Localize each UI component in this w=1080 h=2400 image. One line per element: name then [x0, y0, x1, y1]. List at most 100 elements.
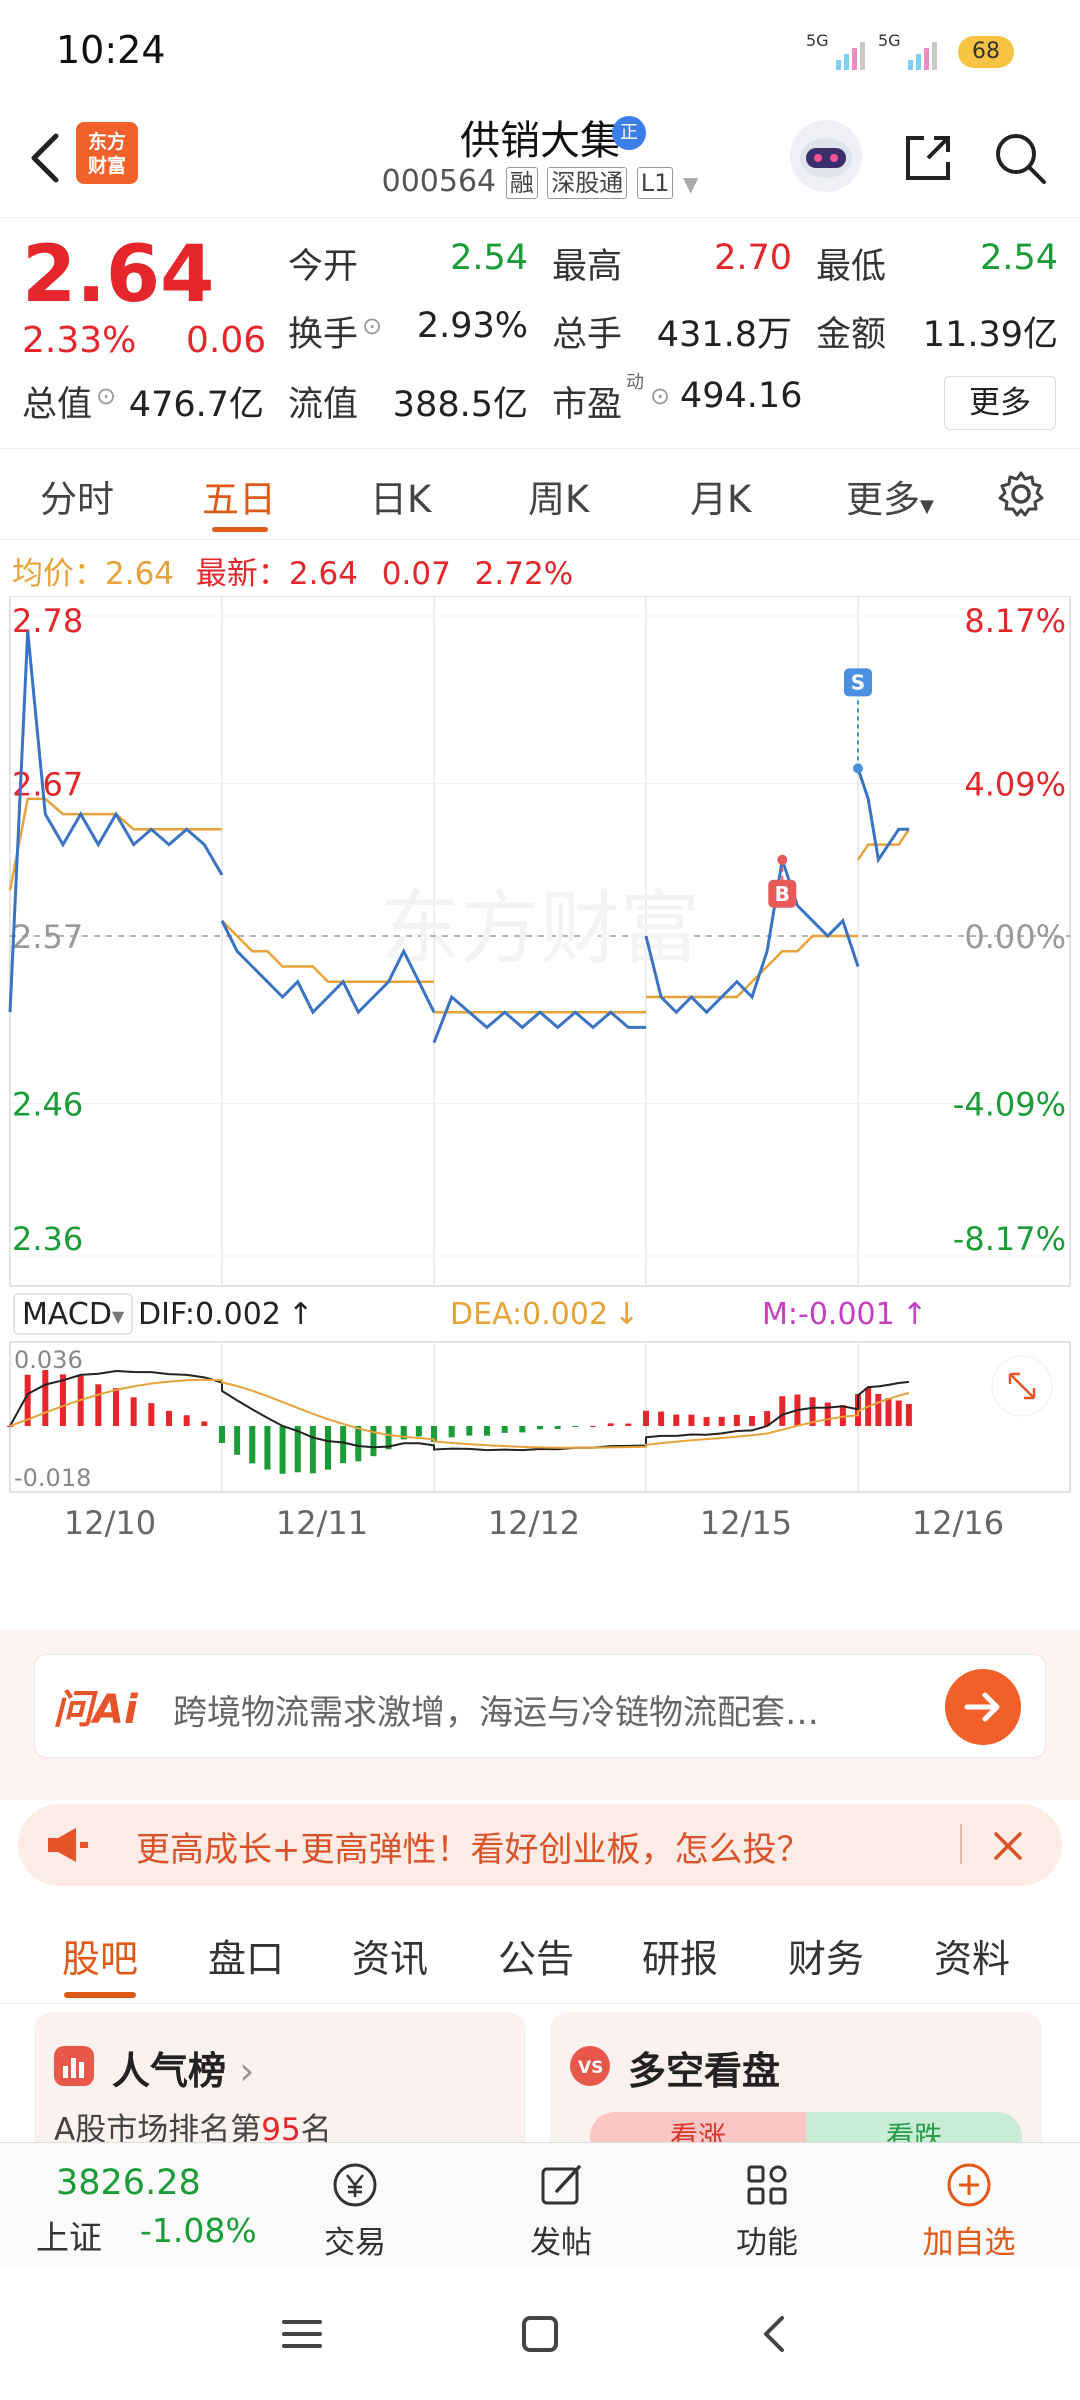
tab-monthly-k[interactable]: 月K — [690, 469, 751, 523]
dropdown-icon: ▼ — [112, 1307, 125, 1326]
x-tick-label: 12/11 — [276, 1504, 368, 1542]
macd-bar — [875, 1393, 882, 1426]
macd-bar — [325, 1426, 331, 1470]
pe-label: 市盈 — [552, 385, 623, 425]
back-nav-icon[interactable] — [750, 2308, 802, 2364]
vote-bearish-button[interactable]: 看跌 — [806, 2112, 1022, 2142]
active-tab-indicator — [64, 1992, 136, 1998]
macd-bar — [779, 1396, 786, 1426]
expand-icon[interactable] — [991, 1355, 1053, 1417]
macd-bar — [658, 1411, 665, 1426]
x-tick-label: 12/10 — [64, 1504, 156, 1542]
tab-more[interactable]: 更多▼ — [846, 469, 934, 523]
macd-bar — [519, 1426, 526, 1433]
macd-bar — [607, 1423, 614, 1426]
macd-bar — [572, 1426, 579, 1427]
info-icon[interactable]: ⊙ — [96, 382, 116, 410]
settings-gear-icon[interactable] — [996, 469, 1046, 523]
tab-announcements[interactable]: 公告 — [498, 1928, 574, 1983]
info-icon[interactable]: ⊙ — [650, 382, 670, 410]
tab-intraday[interactable]: 分时 — [40, 469, 114, 523]
ask-ai-box[interactable]: 问Ai 跨境物流需求激增，海运与冷链物流配套… — [34, 1654, 1046, 1758]
share-icon[interactable] — [896, 126, 960, 190]
float-cap-label: 流值 — [288, 385, 359, 425]
stock-code: 000564 — [381, 164, 497, 199]
tag-connect: 深股通 — [547, 167, 628, 199]
sentiment-card[interactable]: VS 多空看盘 看涨 看跌 — [550, 2012, 1042, 2142]
tab-orderbook[interactable]: 盘口 — [208, 1928, 284, 1983]
marker-point — [777, 854, 788, 865]
active-tab-indicator — [212, 527, 268, 532]
macd-bar — [895, 1400, 902, 1426]
macd-bar — [905, 1403, 912, 1426]
svg-text:5G: 5G — [878, 31, 901, 50]
tab-news[interactable]: 资讯 — [352, 1928, 428, 1983]
tab-five-day[interactable]: 五日 — [202, 469, 276, 523]
macd-bar — [643, 1410, 649, 1426]
macd-bar — [113, 1388, 119, 1426]
latest-value: 2.64 — [288, 556, 358, 592]
popularity-title: 人气榜 › — [112, 2049, 255, 2093]
high-value: 2.70 — [714, 238, 792, 278]
tab-daily-k[interactable]: 日K — [370, 469, 431, 523]
add-circle-icon — [947, 2163, 991, 2207]
macd-bar — [554, 1426, 561, 1429]
macd-bar — [201, 1421, 208, 1426]
index-change-pct: -1.08% — [140, 2211, 257, 2250]
dropdown-icon: ▼ — [920, 496, 934, 517]
macd-bar — [95, 1384, 102, 1426]
market-cap-label: 总值 — [22, 385, 93, 425]
x-axis-labels: 12/10 12/11 12/12 12/15 12/16 — [64, 1504, 1004, 1542]
nav-functions[interactable]: 功能 — [712, 2157, 822, 2262]
nav-trade[interactable]: 交易 — [300, 2157, 410, 2262]
y-tick-label-right: 0.00% — [964, 918, 1066, 956]
market-cap-value: 476.7亿 — [128, 385, 264, 425]
macd-bar — [885, 1398, 892, 1426]
edit-icon — [541, 2165, 581, 2205]
battery-icon: 68 — [958, 36, 1014, 68]
megaphone-icon — [44, 1822, 90, 1868]
popularity-card[interactable]: 人气榜 › A股市场排名第95名 — [34, 2012, 526, 2142]
arrow-right-icon — [964, 1692, 1000, 1722]
status-badge: 正 — [612, 116, 646, 150]
x-tick-label: 12/15 — [700, 1504, 792, 1542]
menu-icon[interactable] — [276, 2308, 328, 2364]
tab-research[interactable]: 研报 — [642, 1928, 718, 1983]
more-button[interactable]: 更多 — [944, 376, 1056, 430]
marker-point — [853, 763, 863, 774]
macd-bar — [234, 1426, 241, 1455]
promo-banner[interactable]: 更高成长+更高弹性！看好创业板，怎么投？ — [18, 1804, 1062, 1886]
tab-finance[interactable]: 财务 — [788, 1928, 864, 1983]
tag-level: L1 — [636, 167, 674, 199]
nav-post[interactable]: 发帖 — [506, 2157, 616, 2262]
vote-bullish-button[interactable]: 看涨 — [590, 2112, 806, 2142]
home-icon[interactable] — [514, 2308, 566, 2364]
y-tick-label-right: 4.09% — [964, 766, 1066, 804]
assistant-avatar-icon[interactable] — [790, 120, 862, 192]
tab-profile[interactable]: 资料 — [934, 1928, 1010, 1983]
macd-dea-arrow: ↓ — [614, 1297, 639, 1332]
status-time: 10:24 — [56, 28, 166, 72]
go-arrow-button[interactable] — [945, 1669, 1021, 1745]
macd-bar — [537, 1426, 543, 1430]
nav-add-watchlist[interactable]: 加自选 — [914, 2157, 1024, 2262]
index-name: 上证 — [36, 2218, 102, 2257]
y-axis-right: 8.17% 4.09% 0.00% -4.09% -8.17% — [953, 602, 1066, 1258]
sentiment-title: 多空看盘 — [628, 2049, 781, 2093]
y-tick-label-left: 2.78 — [12, 602, 83, 640]
info-icon[interactable]: ⊙ — [362, 312, 382, 340]
quote-panel: 2.64 2.33% 0.06 今开 2.54 最高 2.70 最低 2.54 … — [0, 218, 1080, 448]
x-tick-label: 12/12 — [488, 1504, 580, 1542]
macd-dif: DIF:0.002 — [138, 1297, 281, 1332]
search-icon[interactable] — [988, 126, 1052, 190]
y-axis-left: 2.782.672.572.462.36 — [12, 602, 83, 1258]
close-icon[interactable] — [978, 1816, 1038, 1876]
macd-bar — [340, 1426, 347, 1464]
tab-weekly-k[interactable]: 周K — [528, 469, 589, 523]
tab-forum[interactable]: 股吧 — [62, 1928, 138, 1983]
macd-y-top: 0.036 — [14, 1346, 83, 1374]
change-percent: 2.33% — [22, 320, 137, 361]
change-amount: 0.06 — [186, 320, 267, 361]
low-value: 2.54 — [980, 238, 1058, 278]
five-day-chart[interactable]: 东方财富 2.782.672.572.462.36 8.17%4.09%0.00… — [0, 596, 1080, 1630]
